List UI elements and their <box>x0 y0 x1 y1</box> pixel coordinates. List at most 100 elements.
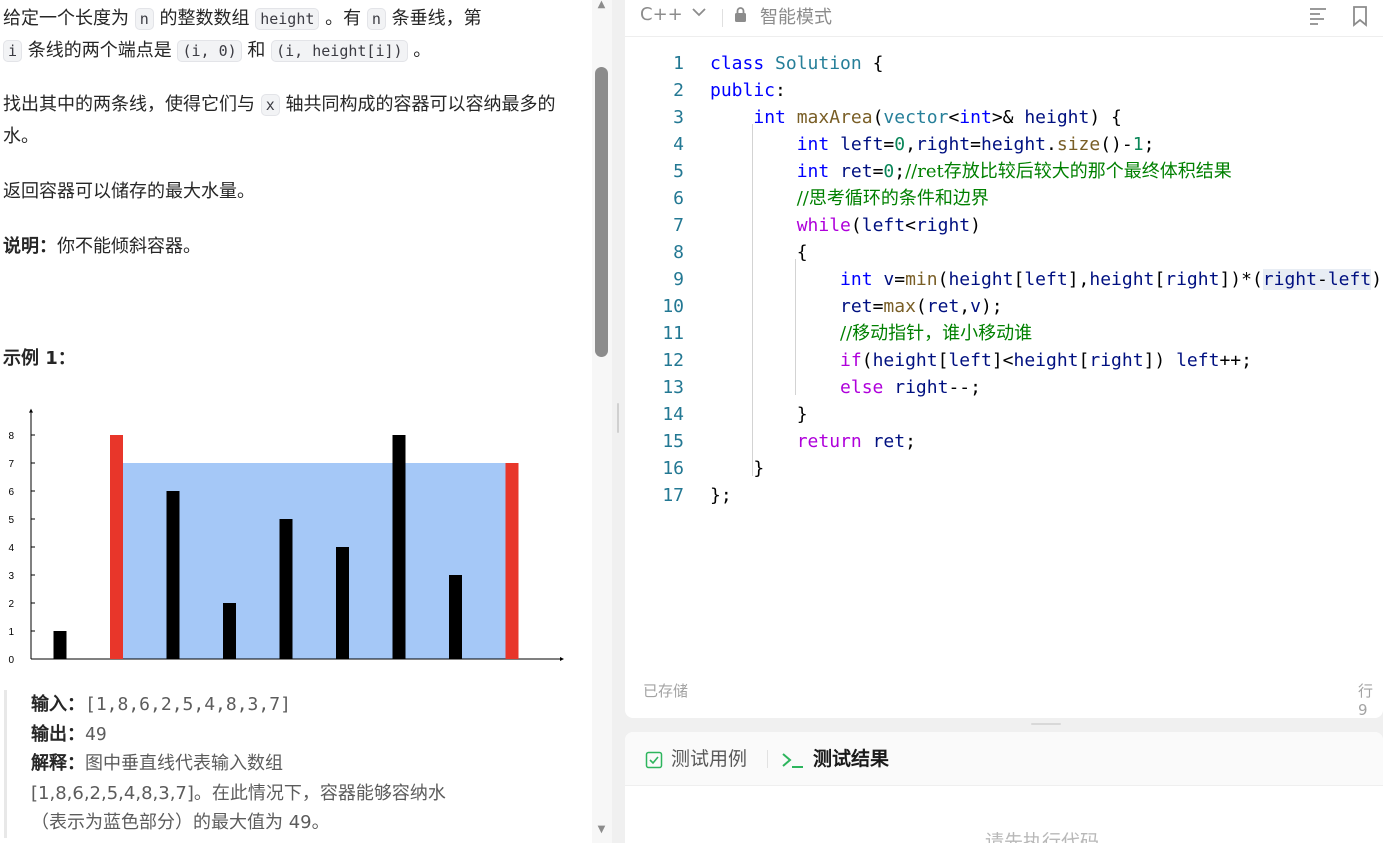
line-number: 15 <box>662 431 684 452</box>
y-tick-label: 5 <box>8 515 14 526</box>
line-number: 10 <box>662 296 684 317</box>
example-block: 输入：[1,8,6,2,5,4,8,3,7] 输出：49 解释：图中垂直线代表输… <box>4 690 584 838</box>
code-line[interactable]: 11 //移动指针，谁小移动谁 <box>625 320 1383 347</box>
inline-code: n <box>366 8 386 30</box>
code-line[interactable]: 10 ret=max(ret,v); <box>625 293 1383 320</box>
container-wall-bar <box>110 435 123 659</box>
paragraph-2: 找出其中的两条线，使得它们与 x 轴共同构成的容器可以容纳最多的水。 <box>3 89 573 153</box>
code-line[interactable]: 6 //思考循环的条件和边界 <box>625 185 1383 212</box>
resize-grip[interactable] <box>1031 723 1061 725</box>
tab-test-results[interactable]: 测试结果 <box>781 745 889 773</box>
lock-icon <box>735 7 746 22</box>
y-tick-label: 0 <box>8 655 14 666</box>
output-label: 输出： <box>31 723 85 745</box>
format-align-icon[interactable] <box>1308 5 1328 27</box>
scroll-up-icon[interactable]: ▲ <box>595 0 608 10</box>
tab-label: 测试用例 <box>671 748 748 770</box>
text: 找出其中的两条线，使得它们与 <box>3 94 261 115</box>
console-panel: 测试用例 测试结果 请先执行代码 <box>625 732 1383 843</box>
y-tick-label: 8 <box>8 431 14 442</box>
height-bar <box>166 491 180 659</box>
example-input: 输入：[1,8,6,2,5,4,8,3,7] <box>31 690 584 720</box>
line-number: 9 <box>673 269 684 290</box>
height-bar <box>336 547 349 659</box>
code-line[interactable]: 15 return ret; <box>625 428 1383 455</box>
line-number: 4 <box>673 134 684 155</box>
panel-resize-handle-horizontal[interactable] <box>625 718 1383 732</box>
y-tick-label: 2 <box>8 599 14 610</box>
x-axis-arrow <box>560 657 564 661</box>
example-output: 输出：49 <box>31 720 584 750</box>
text: 。有 <box>319 8 367 29</box>
line-number: 5 <box>673 161 684 182</box>
tab-test-cases[interactable]: 测试用例 <box>645 745 747 773</box>
code-line[interactable]: 16 } <box>625 455 1383 482</box>
code-line[interactable]: 5 int ret=0;//ret存放比较后较大的那个最终体积结果 <box>625 158 1383 185</box>
text: 和 <box>241 40 272 61</box>
inline-code: (i, 0) <box>177 40 242 62</box>
inline-code: height <box>255 8 320 30</box>
text: 条线的两个端点是 <box>22 40 178 61</box>
checkbox-icon <box>645 751 663 768</box>
code-line[interactable]: 12 if(height[left]<height[right]) left++… <box>625 347 1383 374</box>
y-tick-label: 6 <box>8 487 14 498</box>
container-chart: 0 1 2 3 4 5 6 7 8 <box>8 408 564 666</box>
line-number: 3 <box>673 107 684 128</box>
line-number: 8 <box>673 242 684 263</box>
line-number: 14 <box>662 404 684 425</box>
problem-scrollbar[interactable]: ▲ ▼ <box>592 0 612 843</box>
inline-code: i <box>3 40 23 62</box>
text: 。 <box>407 40 432 61</box>
console-tabs: 测试用例 测试结果 <box>625 732 1383 786</box>
code-line[interactable]: 13 else right--; <box>625 374 1383 401</box>
input-label: 输入： <box>31 694 85 715</box>
text: 给定一个长度为 <box>3 8 135 29</box>
height-bar <box>53 631 67 659</box>
explain-text: [1,8,6,2,5,4,8,3,7]。在此情况下，容器能够容纳水 <box>31 782 446 804</box>
output-value: 49 <box>85 723 107 745</box>
terminal-icon <box>782 752 803 768</box>
line-number: 12 <box>662 350 684 371</box>
tab-divider <box>767 750 768 768</box>
height-bar <box>392 435 406 659</box>
height-bar <box>449 575 462 659</box>
resize-grip[interactable] <box>617 403 619 433</box>
code-line[interactable]: 1 class Solution { <box>625 50 1383 77</box>
toolbar-divider <box>722 9 723 27</box>
editor-mode[interactable]: 智能模式 <box>760 3 832 29</box>
chevron-down-icon[interactable] <box>691 4 707 24</box>
inline-code: n <box>134 8 154 30</box>
y-tick-label: 7 <box>8 459 14 470</box>
scrollbar-thumb[interactable] <box>595 67 608 357</box>
code-line[interactable]: 3 int maxArea(vector<int>& height) { <box>625 104 1383 131</box>
note-text: 你不能倾斜容器。 <box>57 236 201 257</box>
text: 的整数数组 <box>153 8 256 29</box>
y-tick-label: 4 <box>8 543 14 554</box>
water-area <box>123 463 506 659</box>
language-selector[interactable]: C++ <box>640 4 683 25</box>
tab-label: 测试结果 <box>813 748 890 770</box>
code-editor-panel: C++ 智能模式 1 class Solution { 2 public: 3 in… <box>625 0 1383 718</box>
code-line[interactable]: 17}; <box>625 482 1383 509</box>
line-number: 17 <box>662 485 684 506</box>
problem-panel: 给定一个长度为 n 的整数数组 height 。有 n 条垂线，第 i 条线的两… <box>0 0 612 843</box>
line-number: 11 <box>662 323 684 344</box>
explain-text: （表示为蓝色部分）的最大值为 49。 <box>31 812 330 833</box>
code-line[interactable]: 4 int left=0,right=height.size()-1; <box>625 131 1383 158</box>
line-number: 2 <box>673 80 684 101</box>
scroll-down-icon[interactable]: ▼ <box>595 825 608 835</box>
line-number: 13 <box>662 377 684 398</box>
code-line[interactable]: 14 } <box>625 401 1383 428</box>
code-line[interactable]: 7 while(left<right) <box>625 212 1383 239</box>
text: 条垂线，第 <box>385 8 482 29</box>
line-number: 6 <box>673 188 684 209</box>
code-line[interactable]: 9 int v=min(height[left],height[right])*… <box>625 266 1383 293</box>
editor-toolbar: C++ 智能模式 <box>625 0 1383 37</box>
line-number: 1 <box>673 53 684 74</box>
code-line[interactable]: 2 public: <box>625 77 1383 104</box>
bookmark-icon[interactable] <box>1350 5 1370 27</box>
panel-resize-handle[interactable] <box>612 0 624 843</box>
explain-label: 解释： <box>31 753 85 774</box>
code-line[interactable]: 8 { <box>625 239 1383 266</box>
save-status: 已存储 <box>643 682 689 700</box>
